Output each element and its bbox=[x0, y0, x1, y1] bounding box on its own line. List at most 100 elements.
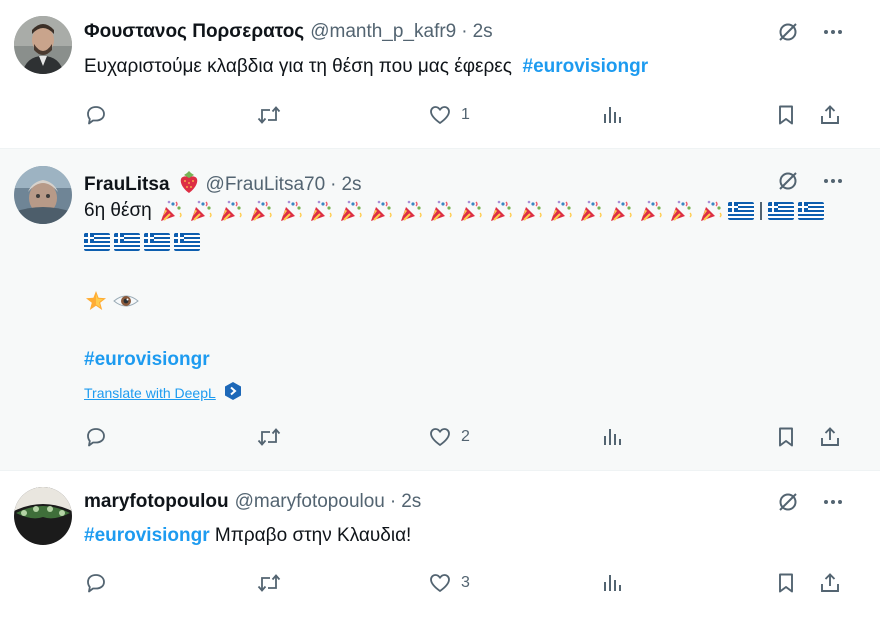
party-popper-emoji bbox=[338, 199, 364, 223]
retweet-icon bbox=[256, 571, 282, 595]
tweet-top-actions bbox=[776, 169, 844, 193]
display-name[interactable]: FrauLitsa bbox=[84, 174, 170, 196]
party-popper-emoji bbox=[638, 199, 664, 223]
reply-button[interactable] bbox=[84, 422, 108, 452]
views-icon bbox=[600, 103, 624, 127]
hashtag-link[interactable]: #eurovisiongr bbox=[84, 349, 210, 370]
tweet-text-line bbox=[84, 289, 140, 318]
party-popper-emoji bbox=[428, 199, 454, 223]
separator-dot: · bbox=[389, 491, 397, 512]
greek-flag-emoji bbox=[174, 233, 200, 251]
separator-dot: · bbox=[330, 174, 337, 195]
like-button[interactable]: 3 bbox=[428, 568, 470, 598]
user-handle[interactable]: @manth_p_kafr9 bbox=[310, 21, 456, 43]
display-name[interactable]: Φουστανος Πορσερατος bbox=[84, 21, 304, 43]
party-popper-emoji bbox=[608, 199, 634, 223]
greek-flag-emoji bbox=[144, 233, 170, 251]
retweet-button[interactable] bbox=[256, 568, 282, 598]
views-icon bbox=[600, 571, 624, 595]
like-icon bbox=[428, 571, 452, 595]
party-popper-emoji bbox=[458, 199, 484, 223]
reply-button[interactable] bbox=[84, 568, 108, 598]
retweet-icon bbox=[256, 103, 282, 127]
party-popper-emoji bbox=[398, 199, 424, 223]
like-button[interactable]: 1 bbox=[428, 100, 470, 130]
avatar[interactable] bbox=[14, 166, 72, 224]
tweet-text: #eurovisiongr bbox=[84, 349, 210, 371]
avatar[interactable] bbox=[14, 16, 72, 74]
party-popper-emoji bbox=[518, 199, 544, 223]
glowing-star-emoji bbox=[84, 289, 108, 318]
user-handle[interactable]: @FrauLitsa70 bbox=[206, 174, 326, 196]
tweet[interactable]: Φουστανος Πορσερατος @manth_p_kafr9 · 2s… bbox=[0, 0, 880, 148]
like-button[interactable]: 2 bbox=[428, 422, 470, 452]
party-popper-emoji bbox=[248, 199, 274, 223]
greek-flag-emoji bbox=[767, 202, 794, 220]
timestamp[interactable]: 2s bbox=[401, 491, 421, 513]
avatar[interactable] bbox=[14, 487, 72, 545]
party-popper-emoji bbox=[158, 199, 184, 223]
hide-reply-icon[interactable] bbox=[776, 490, 800, 514]
display-name[interactable]: maryfotopoulou bbox=[84, 491, 229, 513]
separator-dot: · bbox=[461, 21, 468, 42]
reply-icon bbox=[84, 103, 108, 127]
user-handle[interactable]: @maryfotopoulou bbox=[235, 491, 385, 513]
bookmark-button[interactable] bbox=[774, 100, 798, 130]
reply-icon bbox=[84, 571, 108, 595]
party-popper-emoji bbox=[308, 199, 334, 223]
tweet[interactable]: maryfotopoulou @maryfotopoulou · 2s #eur… bbox=[0, 471, 880, 618]
retweet-button[interactable] bbox=[256, 422, 282, 452]
like-icon bbox=[428, 103, 452, 127]
tweet-top-actions bbox=[776, 490, 844, 514]
more-icon[interactable] bbox=[822, 491, 844, 513]
share-button[interactable] bbox=[818, 422, 842, 452]
reply-icon bbox=[84, 425, 108, 449]
greek-flag-emoji bbox=[84, 233, 110, 251]
greek-flag-sequence bbox=[727, 202, 828, 220]
views-icon bbox=[600, 425, 624, 449]
bookmark-icon bbox=[774, 103, 798, 127]
reply-button[interactable] bbox=[84, 100, 108, 130]
bookmark-button[interactable] bbox=[774, 422, 798, 452]
share-button[interactable] bbox=[818, 568, 842, 598]
like-count: 1 bbox=[461, 106, 470, 123]
views-button[interactable] bbox=[600, 100, 624, 130]
share-icon bbox=[818, 425, 842, 449]
hide-reply-icon[interactable] bbox=[776, 20, 800, 44]
more-icon[interactable] bbox=[822, 170, 844, 192]
timestamp[interactable]: 2s bbox=[473, 21, 493, 43]
tweet-header: maryfotopoulou @maryfotopoulou · 2s bbox=[84, 491, 421, 513]
hide-reply-icon[interactable] bbox=[776, 169, 800, 193]
party-popper-emoji bbox=[578, 199, 604, 223]
tweet-text-body: Μπραβο στην Κλαυδια! bbox=[209, 525, 412, 546]
share-button[interactable] bbox=[818, 100, 842, 130]
tweet-actions: 3 bbox=[84, 568, 844, 598]
tweet-actions: 1 bbox=[84, 100, 844, 130]
retweet-button[interactable] bbox=[256, 100, 282, 130]
more-icon[interactable] bbox=[822, 21, 844, 43]
views-button[interactable] bbox=[600, 568, 624, 598]
greek-flag-emoji bbox=[114, 233, 140, 251]
tweet-text-line bbox=[84, 233, 204, 251]
bookmark-button[interactable] bbox=[774, 568, 798, 598]
like-icon bbox=[428, 425, 452, 449]
tweet-actions: 2 bbox=[84, 422, 844, 452]
hashtag-link[interactable]: #eurovisiongr bbox=[523, 56, 649, 77]
share-icon bbox=[818, 103, 842, 127]
share-icon bbox=[818, 571, 842, 595]
like-count: 2 bbox=[461, 428, 470, 445]
tweet-text: Ευχαριστούμε κλαβδια για τη θέση που μας… bbox=[84, 56, 648, 78]
party-popper-emoji bbox=[368, 199, 394, 223]
tweet-text-body: Ευχαριστούμε κλαβδια για τη θέση που μας… bbox=[84, 56, 512, 77]
translate-link-label[interactable]: Translate with DeepL bbox=[84, 385, 216, 401]
hashtag-link[interactable]: #eurovisiongr bbox=[84, 525, 210, 546]
retweet-icon bbox=[256, 425, 282, 449]
translate-link[interactable]: Translate with DeepL bbox=[84, 381, 242, 404]
party-popper-emoji bbox=[488, 199, 514, 223]
timestamp[interactable]: 2s bbox=[341, 174, 361, 196]
views-button[interactable] bbox=[600, 422, 624, 452]
greek-flag-sequence bbox=[84, 233, 204, 251]
tweet-header: FrauLitsa @FrauLitsa70 · 2s bbox=[84, 170, 362, 200]
like-count: 3 bbox=[461, 574, 470, 591]
tweet[interactable]: FrauLitsa @FrauLitsa70 · 2s 6η θέση #eur… bbox=[0, 148, 880, 471]
